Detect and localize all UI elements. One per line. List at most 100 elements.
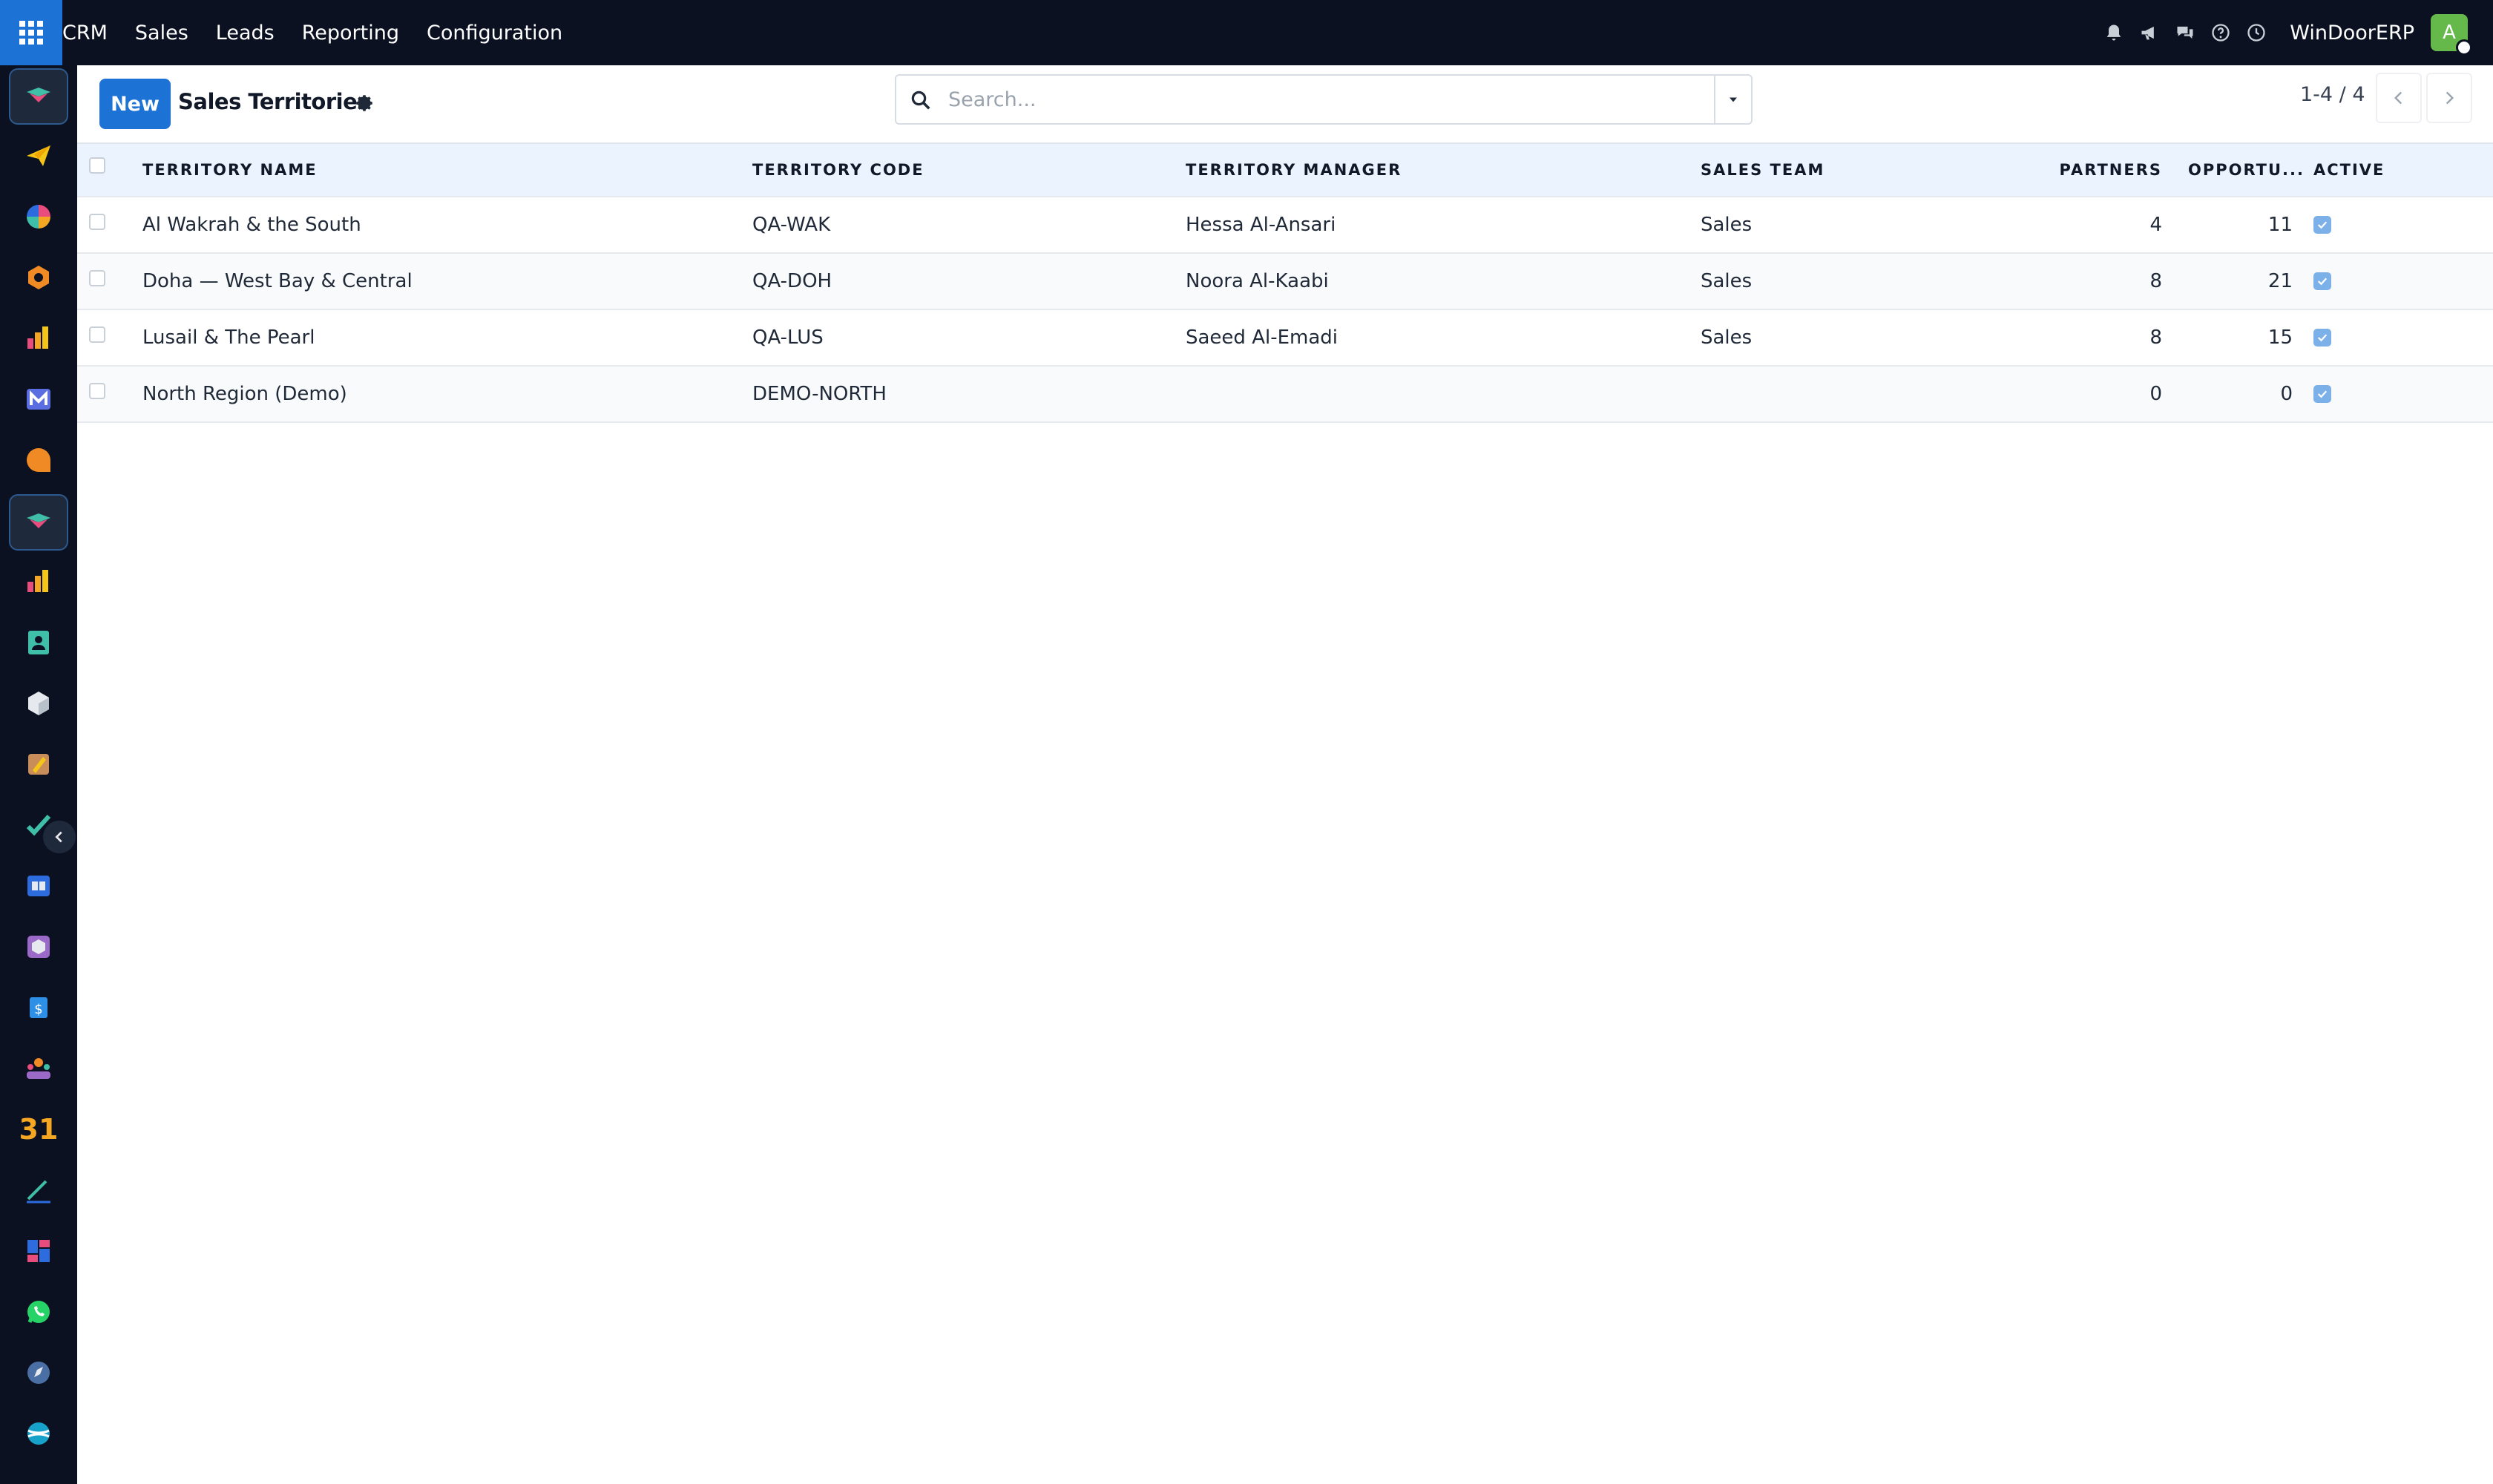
search-box xyxy=(895,74,1753,125)
compass-icon xyxy=(27,1362,50,1384)
active-checkbox[interactable] xyxy=(2313,272,2331,290)
row-checkbox[interactable] xyxy=(89,383,105,399)
row-checkbox[interactable] xyxy=(89,326,105,343)
territory-manager: Saeed Al-Emadi xyxy=(1186,326,1339,349)
sidebar-app-discuss[interactable] xyxy=(9,432,68,488)
new-button[interactable]: New xyxy=(99,79,171,129)
sidebar-app-crm-active[interactable] xyxy=(9,494,68,551)
opportunities-count: 15 xyxy=(2267,326,2293,349)
mail-icon xyxy=(27,389,50,410)
territory-name: North Region (Demo) xyxy=(142,383,347,405)
knowledge-icon xyxy=(27,876,50,896)
user-avatar[interactable]: A xyxy=(2431,14,2472,56)
active-checkbox[interactable] xyxy=(2313,216,2331,234)
check-icon xyxy=(2317,278,2328,286)
sidebar-app-sign[interactable] xyxy=(9,1162,68,1218)
sidebar-app-contacts[interactable] xyxy=(9,614,68,671)
app-sidebar: $ 31 xyxy=(0,65,77,1484)
menu-crm[interactable]: CRM xyxy=(62,22,108,45)
partners-count: 0 xyxy=(2149,383,2162,405)
column-territory-code[interactable]: TERRITORY CODE xyxy=(752,144,1168,196)
territory-name: Lusail & The Pearl xyxy=(142,326,315,349)
chat-icon[interactable] xyxy=(2174,22,2196,44)
territory-code: QA-LUS xyxy=(752,326,824,349)
menu-configuration[interactable]: Configuration xyxy=(427,22,562,45)
sidebar-app-compass[interactable] xyxy=(9,1345,68,1401)
contacts-icon xyxy=(28,631,49,654)
gear-icon[interactable] xyxy=(353,92,375,114)
table-row[interactable]: North Region (Demo) DEMO-NORTH 0 0 xyxy=(77,367,2493,423)
sidebar-app-dashboard[interactable] xyxy=(9,1223,68,1279)
company-switcher[interactable]: WinDoorERP xyxy=(2290,22,2414,45)
territory-code: QA-WAK xyxy=(752,214,831,236)
pager-next-button[interactable] xyxy=(2426,73,2472,123)
sidebar-app-reports[interactable] xyxy=(9,188,68,245)
select-all-checkbox[interactable] xyxy=(89,157,105,174)
menu-sales[interactable]: Sales xyxy=(135,22,188,45)
sidebar-app-whatsapp[interactable] xyxy=(9,1284,68,1340)
main-menu: CRM Sales Leads Reporting Configuration xyxy=(62,0,590,65)
sidebar-app-hex[interactable] xyxy=(9,249,68,306)
check-icon xyxy=(2317,390,2328,398)
control-panel: New Sales Territories 1-4 / 4 xyxy=(77,65,2493,142)
sales-team: Sales xyxy=(1701,214,1753,236)
pager-previous-button[interactable] xyxy=(2376,73,2422,123)
sidebar-app-charts[interactable] xyxy=(9,554,68,610)
active-checkbox[interactable] xyxy=(2313,385,2331,403)
column-sales-team[interactable]: SALES TEAM xyxy=(1701,144,1997,196)
table-row[interactable]: Lusail & The Pearl QA-LUS Saeed Al-Emadi… xyxy=(77,310,2493,367)
territory-name: Doha — West Bay & Central xyxy=(142,270,413,292)
sidebar-app-sphere[interactable] xyxy=(9,1405,68,1462)
chat-bubble-icon xyxy=(27,448,50,472)
avatar-letter: A xyxy=(2443,22,2456,44)
search-input[interactable] xyxy=(948,79,1690,120)
sidebar-app-analytics[interactable] xyxy=(9,310,68,367)
territory-manager: Noora Al-Kaabi xyxy=(1186,270,1329,292)
partners-count: 4 xyxy=(2149,214,2162,236)
row-checkbox[interactable] xyxy=(89,270,105,286)
sidebar-app-knowledge[interactable] xyxy=(9,858,68,914)
help-icon[interactable] xyxy=(2210,22,2232,44)
active-cell xyxy=(2313,367,2462,421)
chevron-right-icon xyxy=(2446,91,2454,105)
column-partners[interactable]: PARTNERS xyxy=(2043,144,2162,196)
opportunities-count: 0 xyxy=(2280,383,2293,405)
menu-leads[interactable]: Leads xyxy=(216,22,275,45)
sidebar-app-mail[interactable] xyxy=(9,371,68,427)
table-row[interactable]: Al Wakrah & the South QA-WAK Hessa Al-An… xyxy=(77,197,2493,254)
sidebar-app-send[interactable] xyxy=(9,128,68,184)
pager-value[interactable]: 1-4 / 4 xyxy=(2300,83,2365,106)
active-checkbox[interactable] xyxy=(2313,329,2331,347)
bar-chart-icon xyxy=(27,326,48,349)
megaphone-icon[interactable] xyxy=(2138,22,2161,44)
column-territory-name[interactable]: TERRITORY NAME xyxy=(142,144,736,196)
table-row[interactable]: Doha — West Bay & Central QA-DOH Noora A… xyxy=(77,254,2493,310)
check-icon xyxy=(2317,334,2328,342)
column-opportunities[interactable]: OPPORTU... xyxy=(2186,144,2305,196)
sidebar-app-paint[interactable] xyxy=(9,736,68,792)
column-active[interactable]: ACTIVE xyxy=(2313,144,2462,196)
menu-reporting[interactable]: Reporting xyxy=(302,22,399,45)
status-dot xyxy=(2456,39,2472,56)
bell-icon[interactable] xyxy=(2103,22,2125,44)
row-checkbox[interactable] xyxy=(89,214,105,230)
sidebar-app-inventory[interactable] xyxy=(9,919,68,975)
inventory-icon xyxy=(27,936,50,958)
territory-manager xyxy=(1186,367,1675,421)
sidebar-app-accounting[interactable]: $ xyxy=(9,979,68,1036)
sidebar-app-calendar[interactable]: 31 xyxy=(9,1101,68,1158)
sidebar-app-project[interactable] xyxy=(9,797,68,853)
sidebar-app-box[interactable] xyxy=(9,675,68,732)
clock-icon[interactable] xyxy=(2245,22,2267,44)
search-options-toggle[interactable] xyxy=(1714,76,1751,123)
app-switcher-button[interactable] xyxy=(0,0,62,65)
sidebar-app-crm[interactable] xyxy=(9,68,68,125)
column-territory-manager[interactable]: TERRITORY MANAGER xyxy=(1186,144,1675,196)
sidebar-app-team[interactable] xyxy=(9,1040,68,1097)
territory-manager: Hessa Al-Ansari xyxy=(1186,214,1336,236)
calendar-icon: 31 xyxy=(19,1113,59,1146)
territory-code: QA-DOH xyxy=(752,270,832,292)
territory-code: DEMO-NORTH xyxy=(752,383,887,405)
page-title: Sales Territories xyxy=(178,89,370,114)
active-cell xyxy=(2313,197,2462,252)
